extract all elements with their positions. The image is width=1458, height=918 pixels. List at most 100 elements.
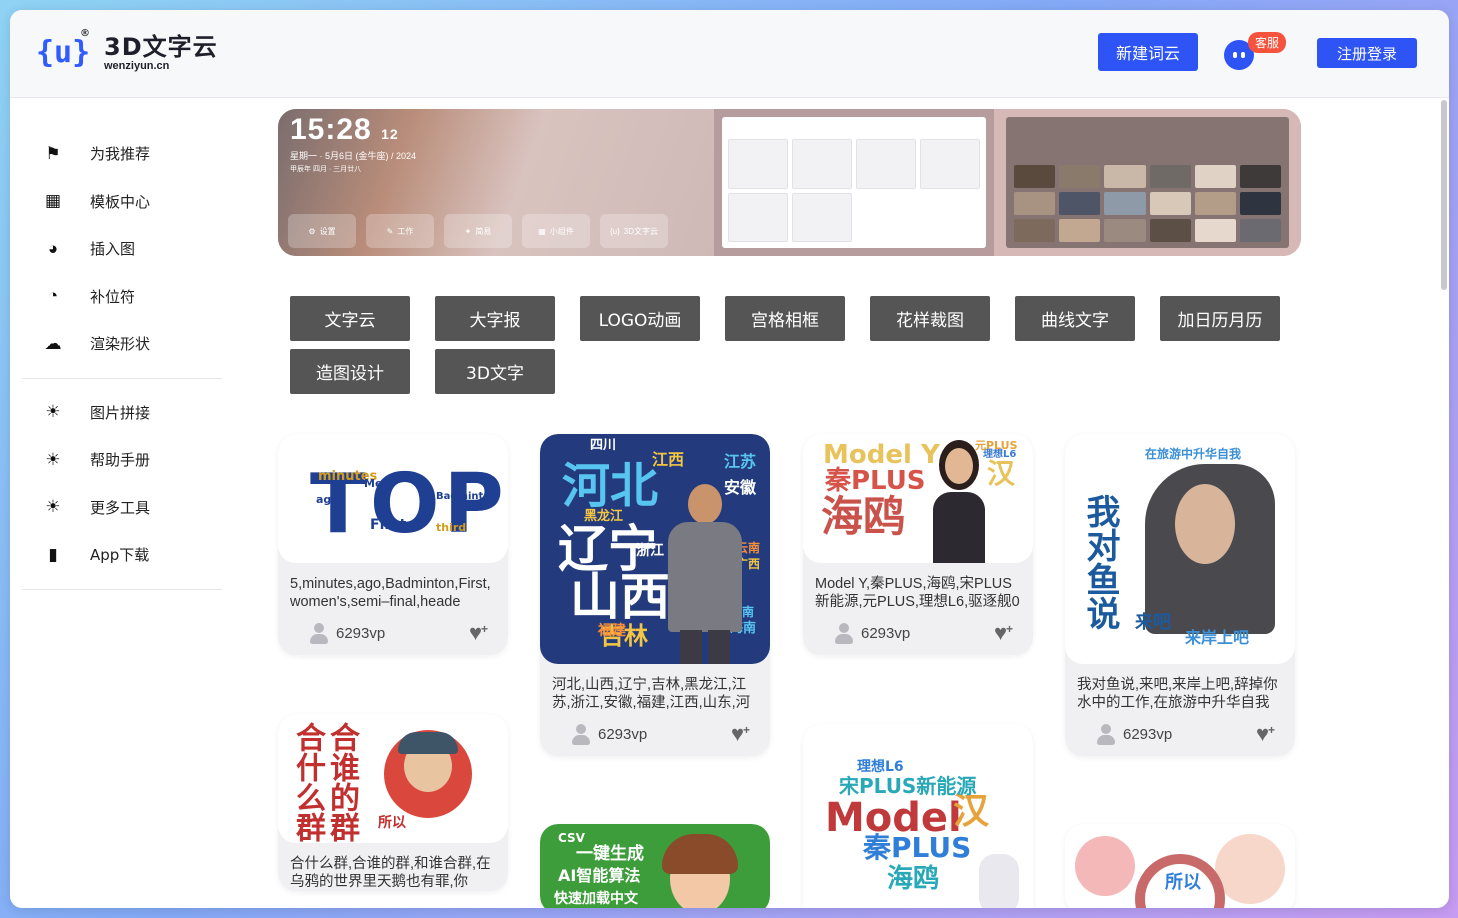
banner-wallpaper-preview	[994, 109, 1301, 256]
cloud-icon: {u}	[609, 226, 620, 236]
template-card[interactable]: 所以	[1065, 824, 1295, 908]
sidebar-item[interactable]: ⚑ 为我推荐	[22, 130, 222, 178]
sun-icon: ☀	[45, 402, 61, 422]
card-thumbnail: 我对鱼说 来吧 来岸上吧 在旅游中升华自我	[1065, 434, 1295, 664]
sidebar-item[interactable]: ☀ 更多工具	[22, 484, 222, 532]
wallpaper-thumbnail	[1239, 219, 1281, 242]
sidebar-item[interactable]: ☀ 图片拼接	[22, 389, 222, 437]
avatar-icon	[1095, 723, 1117, 745]
sun-icon: ☀	[45, 497, 61, 517]
favorite-icon[interactable]: ♥ +	[469, 622, 488, 644]
sidebar: ⚑ 为我推荐 ▦ 模板中心 ◕ 插入图 ◔ 补位符 ☁ 渲染形状 ☀ 图片拼接 ☀ 帮助手册 ☀ 更多工具 ▮…	[22, 130, 222, 600]
card-thumbnail: Model Y 秦PLUS 海鸥 汉 理想L6 元PLUS	[803, 434, 1033, 563]
category-button[interactable]: LOGO动画	[580, 296, 700, 341]
card-thumbnail: 所以	[1065, 824, 1295, 908]
banner-tile: ⚙ 设置	[288, 214, 356, 248]
pie-icon: ◔	[47, 286, 59, 306]
template-card[interactable]: 合什么群 合谁的群 所以 合什么群,合谁的群,和谁合群,在乌鸦的世界里天鹅也有罪…	[278, 714, 508, 891]
flower-image	[1075, 836, 1135, 896]
sidebar-item-label: 图片拼接	[90, 403, 151, 422]
card-description: 5,minutes,ago,Badminton,First,women's,se…	[290, 576, 491, 610]
sidebar-item[interactable]: ◕ 插入图	[22, 225, 222, 273]
category-button[interactable]: 宫格相框	[725, 296, 845, 341]
cloud-icon: ☁	[44, 333, 62, 353]
sidebar-item-label: 模板中心	[90, 192, 151, 211]
template-card[interactable]: Model 汉 秦PLUS 海鸥 理想L6 宋PLUS新能源	[803, 724, 1033, 908]
image-icon: ◕	[47, 238, 59, 258]
sidebar-divider	[22, 377, 222, 379]
category-button[interactable]: 花样裁图	[870, 296, 990, 341]
sidebar-item-label: 帮助手册	[90, 451, 151, 470]
category-button[interactable]: 曲线文字	[1015, 296, 1135, 341]
flag-icon: ⚑	[45, 143, 61, 163]
category-button[interactable]: 加日历月历	[1160, 296, 1280, 341]
category-button[interactable]: 3D文字	[435, 349, 555, 394]
category-buttons: 文字云 大字报 LOGO动画 宫格相框 花样裁图 曲线文字 加日历月历 造图设计 3D文字	[290, 296, 1300, 402]
wallpaper-thumbnail	[1104, 192, 1146, 215]
banner-tile: ✦ 简易	[444, 214, 512, 248]
category-button[interactable]: 文字云	[290, 296, 410, 341]
sidebar-item[interactable]: ▦ 模板中心	[22, 178, 222, 226]
wallpaper-thumbnail	[1194, 192, 1236, 215]
wallpaper-thumbnail	[1014, 165, 1056, 188]
banner-desktop-preview: 15:28 12 星期一 · 5月6日 (金牛座) / 2024 甲辰年 四月 …	[278, 109, 714, 256]
wallpaper-thumbnail	[1014, 219, 1056, 242]
logo-title: 3D文字云	[104, 32, 218, 61]
wallpaper-thumbnail	[1239, 165, 1281, 188]
widget-icon: ▦	[538, 226, 546, 236]
favorite-icon[interactable]: ♥ +	[731, 723, 750, 745]
registered-mark: ®	[80, 28, 90, 39]
wallpaper-thumbnail	[1014, 192, 1056, 215]
sidebar-item-label: App下载	[90, 546, 150, 565]
banner-lunar: 甲辰年 四月 · 三月廿八	[290, 166, 362, 173]
wallpaper-thumbnail	[1149, 192, 1191, 215]
top-header: {u} ® 3D文字云 wenziyun.cn 新建词云 客服 注册登录	[10, 10, 1449, 98]
sidebar-divider	[22, 588, 222, 590]
card-description: Model Y,秦PLUS,海鸥,宋PLUS新能源,元PLUS,理想L6,驱逐舰…	[815, 576, 1020, 610]
avatar-icon	[833, 622, 855, 644]
template-card[interactable]: Model Y 秦PLUS 海鸥 汉 理想L6 元PLUS Model Y,秦P…	[803, 434, 1033, 655]
customer-service-button[interactable]: 客服	[1224, 32, 1287, 70]
star-icon: ✦	[464, 226, 472, 236]
sidebar-item[interactable]: ◔ 补位符	[22, 273, 222, 321]
sidebar-item-label: 插入图	[90, 240, 136, 259]
category-button[interactable]: 大字报	[435, 296, 555, 341]
favorite-icon[interactable]: ♥ +	[1256, 723, 1275, 745]
sun-icon: ☀	[45, 449, 61, 469]
logo-mark-glyph: {u}	[36, 35, 91, 70]
banner-tile-label: 3D文字云	[623, 226, 659, 236]
sidebar-item[interactable]: ☁ 渲染形状	[22, 320, 222, 368]
wallpaper-thumbnail	[1239, 192, 1281, 215]
cartoon-image	[979, 854, 1019, 908]
banner-clock: 15:28 12	[290, 113, 399, 146]
card-thumbnail: 河北 辽宁 山西 吉林 福建 江西 安徽 江苏 河南 四川 浙江 黑龙江 云南 …	[540, 434, 770, 664]
scrollbar[interactable]	[1441, 100, 1447, 290]
grid-icon: ▦	[44, 191, 62, 211]
banner-tile-label: 小组件	[549, 226, 574, 236]
card-author: 6293vp	[861, 624, 911, 642]
sidebar-item[interactable]: ☀ 帮助手册	[22, 436, 222, 484]
avatar-icon	[308, 622, 330, 644]
template-card[interactable]: 河北 辽宁 山西 吉林 福建 江西 安徽 江苏 河南 四川 浙江 黑龙江 云南 …	[540, 434, 770, 756]
banner-date: 星期一 · 5月6日 (金牛座) / 2024	[290, 151, 417, 161]
wallpaper-thumbnail	[1059, 192, 1101, 215]
edit-icon: ✎	[386, 226, 394, 236]
card-description: 合什么群,合谁的群,和谁合群,在乌鸦的世界里天鹅也有罪,你	[290, 856, 491, 890]
favorite-icon[interactable]: ♥ +	[994, 622, 1013, 644]
avatar-icon	[570, 723, 592, 745]
logo[interactable]: {u} ® 3D文字云 wenziyun.cn	[36, 28, 218, 74]
new-wordcloud-button[interactable]: 新建词云	[1098, 33, 1198, 71]
category-button[interactable]: 造图设计	[290, 349, 410, 394]
login-button[interactable]: 注册登录	[1317, 38, 1417, 68]
card-author: 6293vp	[1123, 725, 1173, 743]
template-card[interactable]: TOP minutes ago Men Badminton First thir…	[278, 434, 508, 655]
template-card[interactable]: 我对鱼说 来吧 来岸上吧 在旅游中升华自我 我对鱼说,来吧,来岸上吧,辞掉你水中…	[1065, 434, 1295, 756]
service-badge: 客服	[1248, 32, 1287, 53]
desktop-banner[interactable]: 15:28 12 星期一 · 5月6日 (金牛座) / 2024 甲辰年 四月 …	[278, 109, 1301, 256]
template-card[interactable]: AI智能算法 一键生成 快速加载中文 CSV	[540, 824, 770, 908]
sidebar-item[interactable]: ▮ App下载	[22, 531, 222, 579]
banner-tile: ✎ 工作	[366, 214, 434, 248]
banner-tile-label: 简易	[475, 226, 492, 236]
card-thumbnail: TOP minutes ago Men Badminton First thir…	[278, 434, 508, 563]
card-description: 河北,山西,辽宁,吉林,黑龙江,江苏,浙江,安徽,福建,江西,山东,河南	[552, 677, 751, 711]
